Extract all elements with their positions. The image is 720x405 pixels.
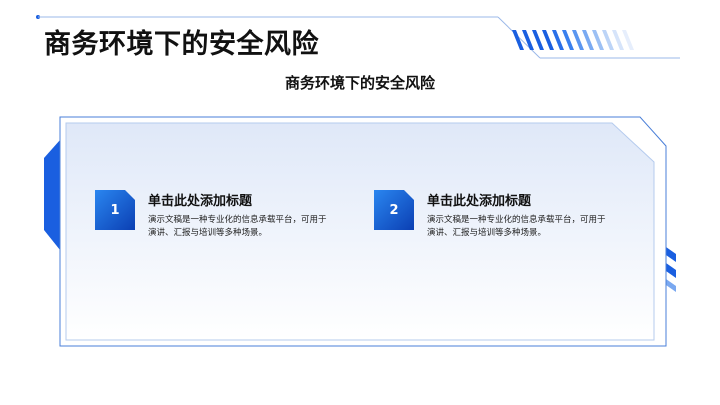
- left-accent-block: [44, 140, 60, 250]
- number-badge: 1: [95, 190, 135, 230]
- number-badge: 2: [374, 190, 414, 230]
- badge-number: 2: [389, 203, 399, 218]
- slide-subtitle: 商务环境下的安全风险: [284, 74, 435, 92]
- item-description[interactable]: 演示文稿是一种专业化的信息承载平台，可用于演讲、汇报与培训等多种场景。: [148, 214, 328, 240]
- stripe-decoration: [512, 30, 634, 50]
- item-heading[interactable]: 单击此处添加标题: [148, 190, 252, 209]
- item-heading[interactable]: 单击此处添加标题: [427, 190, 531, 209]
- badge-number: 1: [110, 203, 120, 218]
- item-description[interactable]: 演示文稿是一种专业化的信息承载平台，可用于演讲、汇报与培训等多种场景。: [427, 214, 607, 240]
- slide-title: 商务环境下的安全风险: [44, 29, 319, 60]
